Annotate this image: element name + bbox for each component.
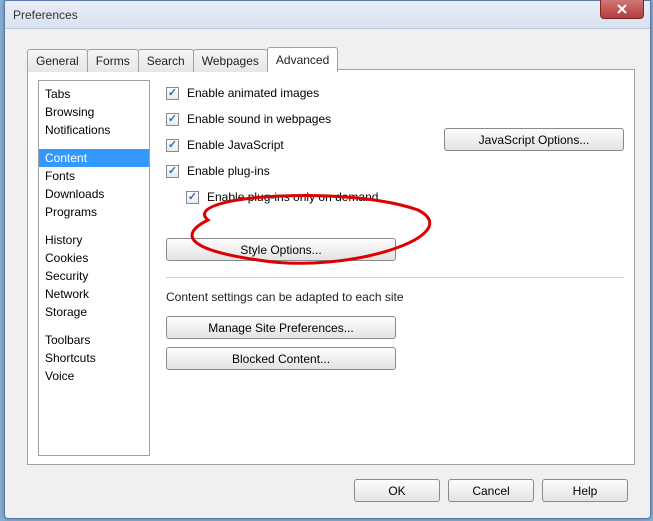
close-icon [617, 4, 627, 14]
sidebar-item-toolbars[interactable]: Toolbars [39, 331, 149, 349]
style-options-button[interactable]: Style Options... [166, 238, 396, 261]
help-button[interactable]: Help [542, 479, 628, 502]
window-title: Preferences [13, 8, 78, 22]
sidebar-item-network[interactable]: Network [39, 285, 149, 303]
label-plugins: Enable plug-ins [187, 164, 270, 178]
sidebar-item-browsing[interactable]: Browsing [39, 103, 149, 121]
label-sound: Enable sound in webpages [187, 112, 331, 126]
label-animated-images: Enable animated images [187, 86, 319, 100]
sidebar-item-downloads[interactable]: Downloads [39, 185, 149, 203]
sidebar-spacer [39, 139, 149, 149]
checkbox-sound[interactable] [166, 113, 179, 126]
ok-button[interactable]: OK [354, 479, 440, 502]
tab-forms[interactable]: Forms [87, 49, 139, 72]
sidebar-spacer [39, 321, 149, 331]
sidebar-item-programs[interactable]: Programs [39, 203, 149, 221]
checkbox-javascript[interactable] [166, 139, 179, 152]
sidebar-item-security[interactable]: Security [39, 267, 149, 285]
sidebar-item-shortcuts[interactable]: Shortcuts [39, 349, 149, 367]
sidebar-item-voice[interactable]: Voice [39, 367, 149, 385]
javascript-options-button[interactable]: JavaScript Options... [444, 128, 624, 151]
cancel-button[interactable]: Cancel [448, 479, 534, 502]
dialog-footer: OK Cancel Help [354, 479, 628, 502]
sidebar-spacer [39, 221, 149, 231]
label-plugins-on-demand: Enable plug-ins only on demand [207, 190, 378, 204]
sidebar: Tabs Browsing Notifications Content Font… [38, 80, 150, 456]
close-button[interactable] [600, 0, 644, 19]
sidebar-item-fonts[interactable]: Fonts [39, 167, 149, 185]
sidebar-item-cookies[interactable]: Cookies [39, 249, 149, 267]
tabstrip: General Forms Search Webpages Advanced [27, 47, 337, 72]
tab-advanced[interactable]: Advanced [267, 47, 338, 72]
titlebar: Preferences [5, 1, 650, 29]
sidebar-item-content[interactable]: Content [39, 149, 149, 167]
tab-search[interactable]: Search [138, 49, 194, 72]
sidebar-item-storage[interactable]: Storage [39, 303, 149, 321]
checkbox-plugins-on-demand[interactable] [186, 191, 199, 204]
sidebar-item-tabs[interactable]: Tabs [39, 85, 149, 103]
tab-webpages[interactable]: Webpages [193, 49, 268, 72]
tab-panel: Tabs Browsing Notifications Content Font… [27, 69, 635, 465]
sidebar-item-history[interactable]: History [39, 231, 149, 249]
sidebar-item-notifications[interactable]: Notifications [39, 121, 149, 139]
tab-general[interactable]: General [27, 49, 88, 72]
preferences-window: Preferences General Forms Search Webpage… [4, 0, 651, 519]
checkbox-plugins[interactable] [166, 165, 179, 178]
divider [166, 277, 624, 278]
manage-site-preferences-button[interactable]: Manage Site Preferences... [166, 316, 396, 339]
label-javascript: Enable JavaScript [187, 138, 284, 152]
checkbox-animated-images[interactable] [166, 87, 179, 100]
blocked-content-button[interactable]: Blocked Content... [166, 347, 396, 370]
site-settings-note: Content settings can be adapted to each … [166, 290, 624, 304]
content-pane: Enable animated images Enable sound in w… [166, 80, 624, 374]
